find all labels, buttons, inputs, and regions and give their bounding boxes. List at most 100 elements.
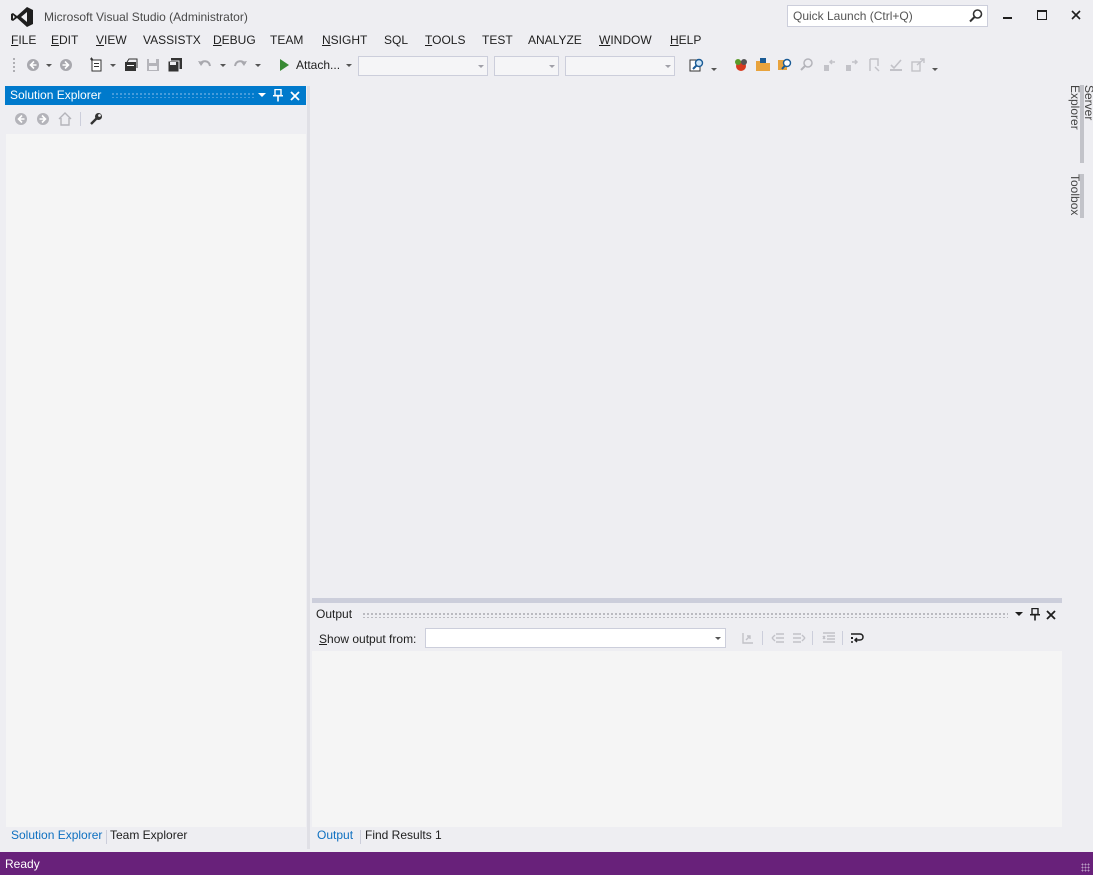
save-icon[interactable] <box>144 56 162 74</box>
solution-explorer-tree[interactable] <box>6 134 306 827</box>
tab-team-explorer[interactable]: Team Explorer <box>110 828 187 842</box>
label-mnemonic: S <box>319 632 328 646</box>
menu-debug[interactable]: DEBUG <box>213 33 256 47</box>
menu-label: ANALYZE <box>528 33 582 47</box>
new-project-icon[interactable] <box>88 56 106 74</box>
minimize-button[interactable] <box>998 6 1018 24</box>
attach-dropdown-icon[interactable] <box>346 64 352 67</box>
new-project-dropdown-icon[interactable] <box>110 64 116 67</box>
toolbar-separator <box>80 112 81 126</box>
menu-label: TEAM <box>270 33 304 47</box>
tab-find-results-1[interactable]: Find Results 1 <box>365 828 442 842</box>
start-debugging-icon[interactable] <box>275 56 293 74</box>
open-file-icon[interactable] <box>122 56 140 74</box>
tab-output[interactable]: Output <box>317 828 353 842</box>
go-to-next-message-icon[interactable] <box>790 629 808 647</box>
find-combo[interactable] <box>565 56 675 76</box>
home-icon[interactable] <box>56 110 74 128</box>
solution-explorer-title: Solution Explorer <box>10 88 102 102</box>
tab-solution-explorer[interactable]: Solution Explorer <box>11 828 102 842</box>
toolbar-grip[interactable] <box>12 57 16 73</box>
toggle-word-wrap-icon[interactable] <box>849 629 867 647</box>
side-tab-toolbox[interactable]: Toolbox <box>1068 174 1084 218</box>
solution-explorer-header[interactable]: Solution Explorer <box>5 86 306 105</box>
menu-edit[interactable]: EDIT <box>51 33 78 47</box>
clear-all-icon[interactable] <box>820 629 838 647</box>
status-bar: Ready <box>0 852 1093 875</box>
nsight-search-icon[interactable] <box>776 56 794 74</box>
panel-options-dropdown-icon[interactable] <box>258 93 266 97</box>
properties-wrench-icon[interactable] <box>87 110 105 128</box>
toolbar-overflow-icon[interactable] <box>932 68 938 71</box>
show-output-from-label: Show output from: <box>319 632 416 646</box>
menu-test[interactable]: TEST <box>482 33 513 47</box>
pin-icon[interactable] <box>1030 607 1040 624</box>
menu-label: IEW <box>104 33 127 47</box>
back-icon[interactable] <box>12 110 30 128</box>
attach-button-label[interactable]: Attach... <box>296 58 340 72</box>
nsight-debug-icon[interactable] <box>732 56 750 74</box>
save-all-icon[interactable] <box>166 56 184 74</box>
menu-nsight[interactable]: NSIGHT <box>322 33 367 47</box>
find-in-files-icon[interactable] <box>688 56 706 74</box>
solution-configurations-combo[interactable] <box>358 56 488 76</box>
pin-icon[interactable] <box>273 88 283 105</box>
output-text-area[interactable] <box>312 651 1062 827</box>
back-dropdown-icon[interactable] <box>46 64 52 67</box>
menu-vassistx[interactable]: VASSISTX <box>143 33 201 47</box>
menu-analyze[interactable]: ANALYZE <box>528 33 582 47</box>
menu-mnemonic: E <box>51 33 60 47</box>
standard-toolbar: Attach... <box>0 52 1093 78</box>
output-panel-header[interactable]: Output <box>312 604 1062 624</box>
menu-label: TEST <box>482 33 513 47</box>
menu-help[interactable]: HELP <box>670 33 701 47</box>
quick-launch-input[interactable]: Quick Launch (Ctrl+Q) <box>787 5 988 27</box>
go-to-previous-message-icon[interactable] <box>769 629 787 647</box>
window-title: Microsoft Visual Studio (Administrator) <box>44 10 248 24</box>
toggle-bookmark-icon[interactable] <box>865 56 883 74</box>
side-tab-server-explorer[interactable]: Server Explorer <box>1068 85 1093 163</box>
previous-bookmark-icon[interactable] <box>821 56 839 74</box>
menu-label: ILE <box>18 33 37 47</box>
horizontal-splitter[interactable] <box>312 598 1062 603</box>
redo-dropdown-icon[interactable] <box>255 64 261 67</box>
undo-dropdown-icon[interactable] <box>220 64 226 67</box>
menu-mnemonic: D <box>213 33 222 47</box>
find-message-icon[interactable] <box>739 629 757 647</box>
export-icon[interactable] <box>909 56 927 74</box>
toolbar-overflow-icon[interactable] <box>711 68 717 71</box>
menu-sql[interactable]: SQL <box>384 33 408 47</box>
menu-tools[interactable]: TOOLS <box>425 33 465 47</box>
resize-grip[interactable] <box>1081 863 1090 872</box>
forward-icon[interactable] <box>34 110 52 128</box>
navigate-forward-icon[interactable] <box>57 56 75 74</box>
search-icon[interactable] <box>968 8 984 24</box>
output-source-select[interactable] <box>425 628 726 648</box>
close-window-button[interactable] <box>1066 6 1086 24</box>
maximize-button[interactable] <box>1032 6 1052 24</box>
navigate-back-icon[interactable] <box>24 56 42 74</box>
menu-window[interactable]: WINDOW <box>599 33 652 47</box>
document-area <box>310 86 1062 598</box>
toolbar-separator <box>842 631 843 645</box>
panel-drag-grip[interactable] <box>111 92 255 98</box>
menu-file[interactable]: FILE <box>11 33 36 47</box>
zoom-icon[interactable] <box>797 56 815 74</box>
close-panel-icon[interactable] <box>1046 609 1056 623</box>
menu-team[interactable]: TEAM <box>270 33 303 47</box>
tab-separator <box>360 830 361 844</box>
panel-drag-grip[interactable] <box>362 612 1008 618</box>
panel-options-dropdown-icon[interactable] <box>1015 612 1023 616</box>
redo-icon[interactable] <box>231 56 249 74</box>
menu-label: DIT <box>59 33 79 47</box>
menu-label: INDOW <box>610 33 652 47</box>
nsight-folder-icon[interactable] <box>754 56 772 74</box>
visual-studio-logo-icon <box>11 7 33 27</box>
toolbar-separator <box>812 631 813 645</box>
menu-view[interactable]: VIEW <box>96 33 127 47</box>
solution-platforms-combo[interactable] <box>494 56 559 76</box>
spell-check-icon[interactable] <box>887 56 905 74</box>
undo-icon[interactable] <box>196 56 214 74</box>
close-panel-icon[interactable] <box>290 90 300 104</box>
next-bookmark-icon[interactable] <box>843 56 861 74</box>
